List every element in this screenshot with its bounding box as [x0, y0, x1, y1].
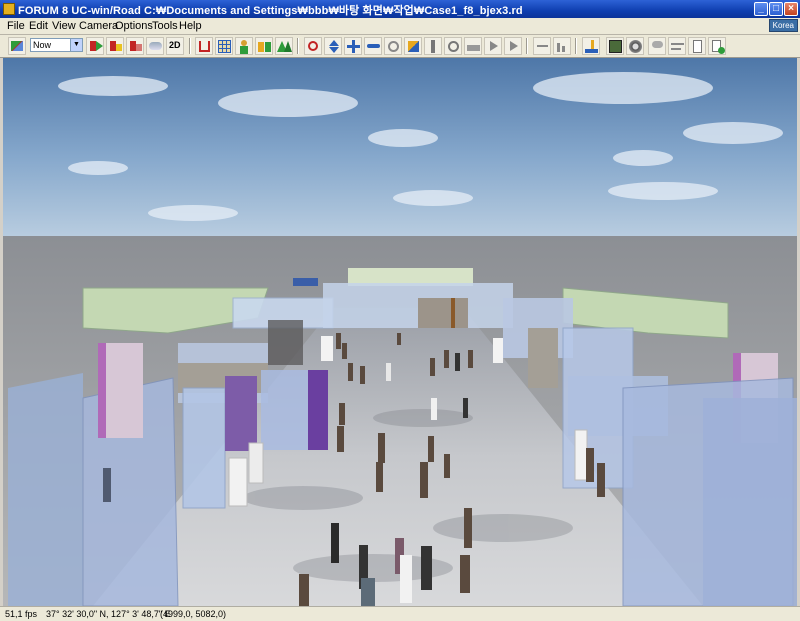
menu-camera[interactable]: Camera — [79, 20, 118, 32]
time-select[interactable]: Now ▼ — [30, 38, 83, 52]
edit-object-button[interactable] — [404, 37, 422, 55]
pedestrian-button[interactable] — [235, 37, 253, 55]
road-edit-icon — [11, 41, 23, 51]
toolbar-separator — [526, 38, 528, 54]
record-button[interactable] — [504, 37, 522, 55]
traffic-start-button[interactable] — [86, 37, 104, 55]
play-button[interactable] — [484, 37, 502, 55]
add-model-button[interactable] — [708, 37, 726, 55]
camera-path-button[interactable] — [464, 37, 482, 55]
render-icon — [609, 40, 622, 53]
up-down-icon — [329, 40, 339, 46]
road-edit-button[interactable] — [8, 37, 26, 55]
document-button[interactable] — [688, 37, 706, 55]
time-select-value: Now — [33, 40, 52, 50]
wind-icon — [671, 43, 684, 45]
fps-readout: 51,1 fps — [5, 609, 38, 619]
paint-button[interactable] — [582, 37, 600, 55]
grid-button[interactable] — [215, 37, 233, 55]
toolbar-separator — [575, 38, 577, 54]
rain-icon — [652, 41, 663, 48]
render-button[interactable] — [606, 37, 624, 55]
fog-button[interactable] — [146, 37, 164, 55]
chart-button[interactable] — [553, 37, 571, 55]
window-title: FORUM 8 UC-win/Road C:₩Documents and Set… — [18, 5, 523, 17]
document-icon — [693, 40, 702, 53]
crowd-button[interactable] — [255, 37, 273, 55]
fly-button[interactable] — [364, 37, 382, 55]
menu-tools[interactable]: Tools — [152, 20, 178, 32]
wind-button[interactable] — [668, 37, 686, 55]
app-logo-icon — [3, 3, 15, 15]
rain-button[interactable] — [648, 37, 666, 55]
menu-help[interactable]: Help — [179, 20, 202, 32]
chart-icon — [557, 43, 560, 52]
move-button[interactable] — [304, 37, 322, 55]
paint-icon — [585, 49, 598, 53]
target-button[interactable] — [444, 37, 462, 55]
grid-icon — [218, 40, 231, 53]
drive-button[interactable] — [626, 37, 644, 55]
close-button[interactable]: × — [784, 2, 798, 16]
menu-bar: File Edit View Camera Options Tools Help… — [0, 18, 800, 35]
title-bar[interactable]: FORUM 8 UC-win/Road C:₩Documents and Set… — [0, 0, 800, 18]
toolbar-separator — [189, 38, 191, 54]
rotate-button[interactable] — [384, 37, 402, 55]
traffic-stop-button[interactable] — [106, 37, 124, 55]
view-2d-button[interactable]: 2D — [166, 37, 184, 55]
menu-view[interactable]: View — [52, 20, 76, 32]
maximize-button[interactable]: □ — [769, 2, 783, 16]
walk-icon — [431, 40, 435, 53]
fly-icon — [367, 44, 380, 48]
traffic-pause-button[interactable] — [126, 37, 144, 55]
minimize-button[interactable]: _ — [754, 2, 768, 16]
record-icon — [510, 41, 518, 51]
play-icon — [490, 41, 498, 51]
menu-options[interactable]: Options — [115, 20, 153, 32]
walk-button[interactable] — [424, 37, 442, 55]
edit-object-icon — [408, 41, 419, 52]
toolbar-separator — [297, 38, 299, 54]
rotate-icon — [388, 41, 399, 52]
scene-render — [3, 58, 797, 606]
pan-button[interactable] — [344, 37, 362, 55]
up-down-button[interactable] — [324, 37, 342, 55]
menu-edit[interactable]: Edit — [29, 20, 48, 32]
chevron-down-icon: ▼ — [70, 39, 82, 51]
menu-file[interactable]: File — [7, 20, 25, 32]
language-badge: Korea — [768, 19, 798, 32]
road-alignment-button[interactable] — [195, 37, 213, 55]
3d-viewport[interactable] — [3, 58, 797, 606]
toolbar: Now ▼ 2D — [0, 35, 800, 58]
geo-coordinates: 37° 32' 30,0" N, 127° 3' 48,7" E — [46, 609, 171, 619]
drive-icon — [629, 40, 642, 53]
view-2d-label: 2D — [169, 40, 181, 50]
crowd-icon — [258, 42, 264, 52]
trees-button[interactable] — [275, 37, 293, 55]
move-icon — [308, 41, 318, 51]
target-icon — [448, 41, 459, 52]
status-bar: 51,1 fps 37° 32' 30,0" N, 127° 3' 48,7" … — [0, 606, 800, 621]
world-coordinates: (4999,0, 5082,0) — [160, 609, 227, 619]
measure-icon — [537, 45, 548, 47]
fog-icon — [149, 42, 162, 50]
measure-button[interactable] — [533, 37, 551, 55]
road-alignment-icon — [199, 41, 210, 52]
application-window: FORUM 8 UC-win/Road C:₩Documents and Set… — [0, 0, 800, 621]
camera-path-icon — [467, 45, 480, 51]
